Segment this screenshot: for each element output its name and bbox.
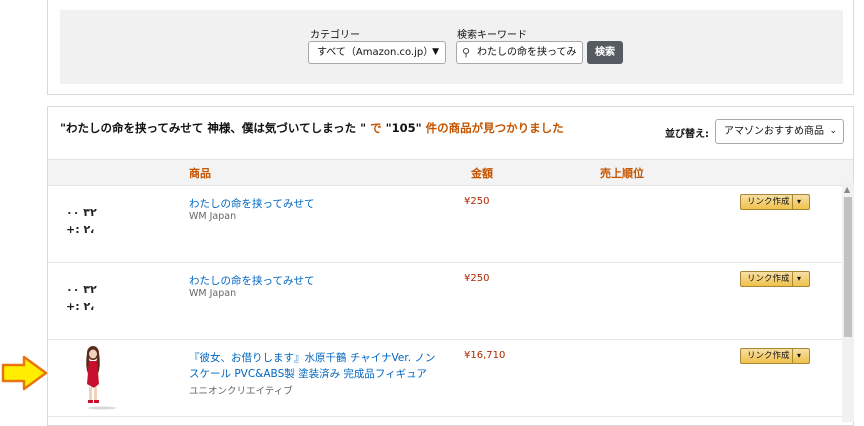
category-label: カテゴリー bbox=[310, 30, 360, 41]
chevron-down-icon: ⌄ bbox=[829, 126, 837, 136]
keyword-input[interactable]: ⚲ わたしの命を挟ってみ bbox=[456, 41, 583, 64]
product-thumbnail[interactable]: ٣٢ ٠٠ +: ٢، bbox=[66, 204, 116, 248]
table-row: ٣٢ ٠٠ +: ٢، わたしの命を挟ってみせて WM Japan ¥250 リ… bbox=[48, 263, 843, 340]
product-title-link[interactable]: わたしの命を挟ってみせて bbox=[189, 196, 444, 212]
scroll-up-icon[interactable]: ▲ bbox=[844, 185, 850, 194]
column-price: 金額 bbox=[471, 167, 493, 180]
product-price: ¥16,710 bbox=[464, 350, 506, 361]
summary-de: で bbox=[366, 121, 386, 135]
thumbnail-text-line: +: ٢، bbox=[66, 300, 95, 313]
column-rank: 売上順位 bbox=[600, 167, 644, 180]
search-form: カテゴリー 検索キーワード すべて（Amazon.co.jp） ▼ ⚲ わたしの… bbox=[60, 10, 843, 84]
product-maker: WM Japan bbox=[189, 211, 237, 222]
create-link-button[interactable]: リンク作成 ▾ bbox=[740, 194, 810, 210]
results-scrollbar[interactable]: ▲ bbox=[842, 183, 854, 422]
button-divider bbox=[792, 195, 793, 209]
chevron-down-icon[interactable]: ▾ bbox=[797, 272, 801, 286]
thumbnail-text-line: ٣٢ ٠٠ bbox=[66, 206, 97, 219]
search-icon: ⚲ bbox=[462, 46, 471, 59]
yellow-arrow-icon bbox=[1, 355, 48, 391]
product-title-link[interactable]: わたしの命を挟ってみせて bbox=[189, 273, 444, 289]
category-value: すべて（Amazon.co.jp） bbox=[317, 47, 434, 58]
product-title-link[interactable]: 『彼女、お借りします』水原千鶴 チャイナVer. ノンスケール PVC&ABS製… bbox=[189, 350, 444, 382]
chevron-down-icon[interactable]: ▾ bbox=[797, 349, 801, 363]
keyword-value: わたしの命を挟ってみ bbox=[477, 47, 577, 58]
button-divider bbox=[792, 272, 793, 286]
create-link-label: リンク作成 bbox=[747, 274, 790, 284]
product-thumbnail[interactable] bbox=[76, 344, 126, 412]
table-row: ٣٢ ٠٠ +: ٢، わたしの命を挟ってみせて WM Japan ¥250 リ… bbox=[48, 186, 843, 263]
summary-tail: 件の商品が見つかりました bbox=[421, 121, 564, 135]
product-maker: ユニオンクリエイティブ bbox=[189, 386, 293, 397]
table-row: 『彼女、お借りします』水原千鶴 チャイナVer. ノンスケール PVC&ABS製… bbox=[48, 340, 843, 417]
results-panel: "わたしの命を挟ってみせて 神様、僕は気づいてしまった " で "105" 件の… bbox=[47, 106, 854, 426]
product-maker: WM Japan bbox=[189, 288, 237, 299]
keyword-label: 検索キーワード bbox=[457, 30, 527, 41]
product-price: ¥250 bbox=[464, 196, 490, 207]
scrollbar-thumb[interactable] bbox=[844, 197, 852, 337]
figure-image bbox=[86, 346, 116, 410]
chevron-down-icon: ▼ bbox=[432, 47, 439, 57]
sort-value: アマゾンおすすめ商品 bbox=[724, 126, 824, 137]
sort-select[interactable]: アマゾンおすすめ商品 ⌄ bbox=[715, 119, 844, 144]
create-link-button[interactable]: リンク作成 ▾ bbox=[740, 348, 810, 364]
summary-query: "わたしの命を挟ってみせて 神様、僕は気づいてしまった " bbox=[60, 121, 367, 135]
product-thumbnail[interactable]: ٣٢ ٠٠ +: ٢، bbox=[66, 281, 116, 325]
category-select[interactable]: すべて（Amazon.co.jp） ▼ bbox=[308, 41, 446, 64]
button-divider bbox=[792, 349, 793, 363]
search-panel: カテゴリー 検索キーワード すべて（Amazon.co.jp） ▼ ⚲ わたしの… bbox=[47, 0, 854, 95]
search-button[interactable]: 検索 bbox=[587, 41, 623, 64]
chevron-down-icon[interactable]: ▾ bbox=[797, 195, 801, 209]
create-link-button[interactable]: リンク作成 ▾ bbox=[740, 271, 810, 287]
sort-label: 並び替え: bbox=[665, 129, 709, 140]
table-header: 商品 金額 売上順位 bbox=[48, 159, 853, 186]
summary-count: "105" bbox=[385, 121, 422, 135]
thumbnail-text-line: +: ٢، bbox=[66, 223, 95, 236]
result-summary: "わたしの命を挟ってみせて 神様、僕は気づいてしまった " で "105" 件の… bbox=[60, 120, 564, 136]
column-product: 商品 bbox=[189, 167, 211, 180]
create-link-label: リンク作成 bbox=[747, 197, 790, 207]
product-price: ¥250 bbox=[464, 273, 490, 284]
create-link-label: リンク作成 bbox=[747, 351, 790, 361]
thumbnail-text-line: ٣٢ ٠٠ bbox=[66, 283, 97, 296]
